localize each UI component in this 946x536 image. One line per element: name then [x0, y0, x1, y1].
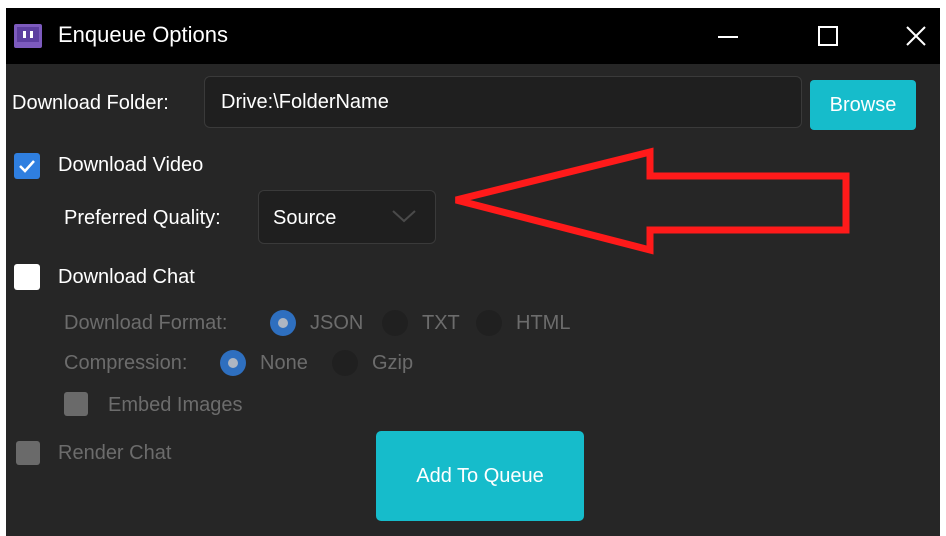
- format-html-radio[interactable]: [476, 310, 502, 336]
- format-html-label: HTML: [516, 312, 571, 334]
- compression-none-radio[interactable]: [220, 350, 246, 376]
- checkmark-icon: [19, 160, 35, 173]
- format-txt-radio[interactable]: [382, 310, 408, 336]
- compression-label: Compression:: [64, 352, 188, 374]
- download-video-label: Download Video: [58, 154, 204, 176]
- enqueue-options-window: Enqueue Options Download Folder: Drive:\…: [6, 8, 940, 536]
- download-chat-checkbox[interactable]: [14, 264, 40, 290]
- preferred-quality-label: Preferred Quality:: [64, 207, 221, 229]
- render-chat-checkbox[interactable]: [16, 441, 40, 465]
- download-format-label: Download Format:: [64, 312, 228, 334]
- window-title: Enqueue Options: [58, 22, 229, 47]
- browse-button[interactable]: Browse: [810, 80, 916, 130]
- maximize-icon: [818, 26, 838, 46]
- title-bar: Enqueue Options: [6, 8, 940, 64]
- format-txt-label: TXT: [422, 312, 460, 334]
- close-icon: [906, 26, 926, 46]
- preferred-quality-value: Source: [273, 207, 337, 229]
- maximize-button[interactable]: [792, 8, 864, 64]
- download-folder-label: Download Folder:: [12, 92, 169, 114]
- chevron-down-icon: [392, 210, 416, 223]
- minimize-icon: [718, 36, 738, 38]
- compression-gzip-label: Gzip: [372, 352, 414, 374]
- close-button[interactable]: [880, 8, 940, 64]
- compression-none-label: None: [260, 352, 308, 374]
- download-video-checkbox[interactable]: [14, 153, 40, 179]
- render-chat-label: Render Chat: [58, 442, 172, 464]
- download-folder-input[interactable]: Drive:\FolderName: [204, 76, 802, 128]
- red-arrow-annotation: [455, 147, 850, 255]
- format-json-label: JSON: [310, 312, 364, 334]
- download-chat-label: Download Chat: [58, 266, 195, 288]
- embed-images-label: Embed Images: [108, 394, 243, 416]
- embed-images-checkbox[interactable]: [64, 392, 88, 416]
- twitch-logo-icon: [14, 24, 42, 48]
- minimize-button[interactable]: [692, 8, 764, 64]
- preferred-quality-dropdown[interactable]: Source: [258, 190, 436, 244]
- add-to-queue-button[interactable]: Add To Queue: [376, 431, 584, 521]
- format-json-radio[interactable]: [270, 310, 296, 336]
- compression-gzip-radio[interactable]: [332, 350, 358, 376]
